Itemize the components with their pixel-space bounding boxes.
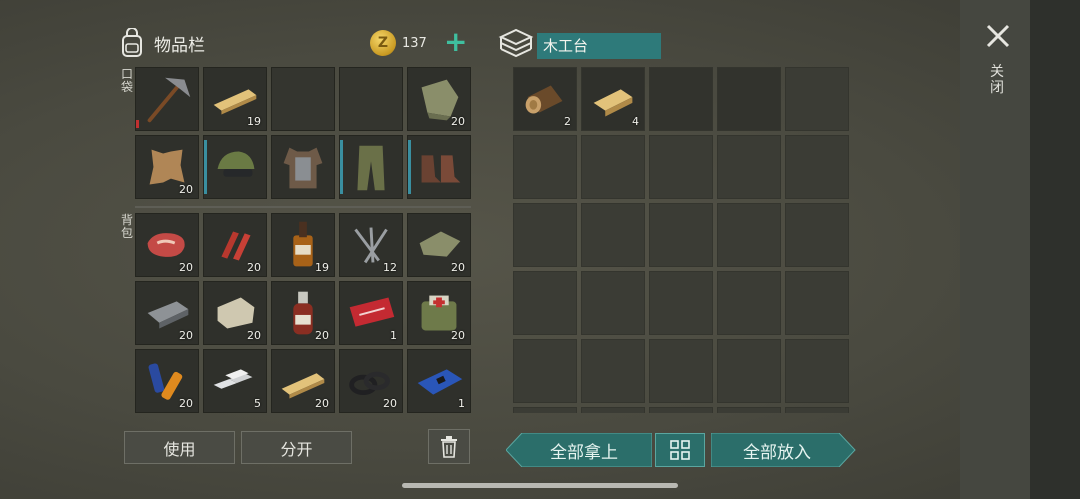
storage-slot[interactable] (581, 407, 645, 413)
close-icon[interactable] (984, 22, 1012, 50)
storage-slot[interactable] (581, 339, 645, 403)
trash-icon (441, 435, 457, 458)
inventory-slot[interactable] (339, 67, 403, 131)
storage-slot[interactable] (717, 339, 781, 403)
inventory-slot[interactable]: 1 (407, 349, 471, 413)
inventory-slot[interactable]: 20 (203, 281, 267, 345)
storage-slot[interactable] (513, 203, 577, 267)
pickaxe-icon (147, 77, 191, 123)
workbench-name-field[interactable]: 木工台 (537, 33, 661, 59)
inventory-slot[interactable]: 19 (203, 67, 267, 131)
home-indicator[interactable] (402, 483, 678, 488)
coin-balance: Z 137 (370, 30, 427, 56)
storage-slot[interactable] (785, 203, 849, 267)
inventory-slot[interactable] (135, 67, 199, 131)
stack-icon (498, 28, 534, 58)
grid-sort-icon (670, 440, 690, 460)
inventory-slot[interactable]: 20 (135, 135, 199, 199)
take-all-button[interactable]: 全部拿上 (520, 433, 648, 467)
storage-slot[interactable] (513, 339, 577, 403)
storage-slot[interactable] (717, 407, 781, 413)
storage-slot[interactable] (785, 407, 849, 413)
inventory-slot[interactable]: 19 (271, 213, 335, 277)
storage-slot[interactable] (513, 407, 577, 413)
inventory-slot[interactable] (271, 135, 335, 199)
storage-slot[interactable] (649, 407, 713, 413)
storage-slot[interactable] (649, 67, 713, 131)
storage-slot[interactable] (785, 339, 849, 403)
inventory-slot[interactable]: 20 (407, 67, 471, 131)
inventory-header: 物品栏 (118, 28, 205, 58)
camo-cap-icon (217, 151, 255, 177)
storage-slot[interactable] (717, 203, 781, 267)
inventory-slot[interactable] (271, 67, 335, 131)
inventory-slot[interactable]: 20 (271, 281, 335, 345)
screen-edge (1030, 0, 1080, 499)
storage-slot[interactable] (649, 339, 713, 403)
inventory-slot[interactable] (203, 135, 267, 199)
boots-icon (421, 155, 461, 183)
inventory-slot[interactable]: 20 (271, 349, 335, 413)
storage-slot[interactable] (717, 271, 781, 335)
inventory-slot[interactable]: 20 (407, 213, 471, 277)
storage-slot[interactable] (717, 135, 781, 199)
pocket-row-1: 19 20 (135, 67, 471, 131)
storage-slot[interactable] (717, 67, 781, 131)
camo-pants-icon (357, 145, 385, 191)
storage-slot[interactable] (513, 135, 577, 199)
inventory-slot[interactable]: 20 (135, 349, 199, 413)
storage-slot[interactable] (513, 271, 577, 335)
coin-count: 137 (402, 35, 427, 51)
inventory-slot[interactable]: 20 (135, 281, 199, 345)
close-label[interactable]: 关闭 (990, 64, 1004, 96)
backpack-grid: 20 20 19 12 20 20 20 20 1 20 20 5 20 20 … (135, 213, 471, 413)
storage-slot[interactable] (785, 135, 849, 199)
storage-slot[interactable] (785, 67, 849, 131)
trash-button[interactable] (428, 429, 470, 464)
inventory-title: 物品栏 (154, 35, 205, 56)
storage-slot[interactable] (581, 271, 645, 335)
storage-slot[interactable] (649, 271, 713, 335)
inventory-slot[interactable]: 20 (339, 349, 403, 413)
inventory-slot[interactable]: 12 (339, 213, 403, 277)
armor-vest-icon (283, 147, 323, 189)
backpack-label: 背包 (120, 213, 133, 240)
sort-button[interactable] (655, 433, 705, 467)
pocket-backpack-divider (135, 206, 471, 208)
storage-slot[interactable]: 4 (581, 67, 645, 131)
workbench-storage-grid: 2 4 (513, 67, 849, 413)
inventory-slot[interactable]: 20 (203, 213, 267, 277)
storage-slot[interactable] (581, 203, 645, 267)
add-coins-button[interactable]: + (444, 28, 467, 56)
put-all-button[interactable]: 全部放入 (713, 433, 841, 467)
inventory-slot[interactable]: 1 (339, 281, 403, 345)
inventory-slot[interactable] (407, 135, 471, 199)
use-button[interactable]: 使用 (124, 431, 235, 464)
pocket-row-2: 20 (135, 135, 471, 199)
inventory-slot[interactable]: 5 (203, 349, 267, 413)
split-button[interactable]: 分开 (241, 431, 352, 464)
storage-slot[interactable]: 2 (513, 67, 577, 131)
storage-slot[interactable] (649, 203, 713, 267)
backpack-icon (122, 28, 142, 57)
storage-slot[interactable] (581, 135, 645, 199)
inventory-slot[interactable]: 20 (135, 213, 199, 277)
pocket-label: 口袋 (120, 67, 133, 94)
inventory-slot[interactable] (339, 135, 403, 199)
inventory-slot[interactable]: 20 (407, 281, 471, 345)
storage-slot[interactable] (649, 135, 713, 199)
coin-icon: Z (370, 30, 396, 56)
storage-slot[interactable] (785, 271, 849, 335)
